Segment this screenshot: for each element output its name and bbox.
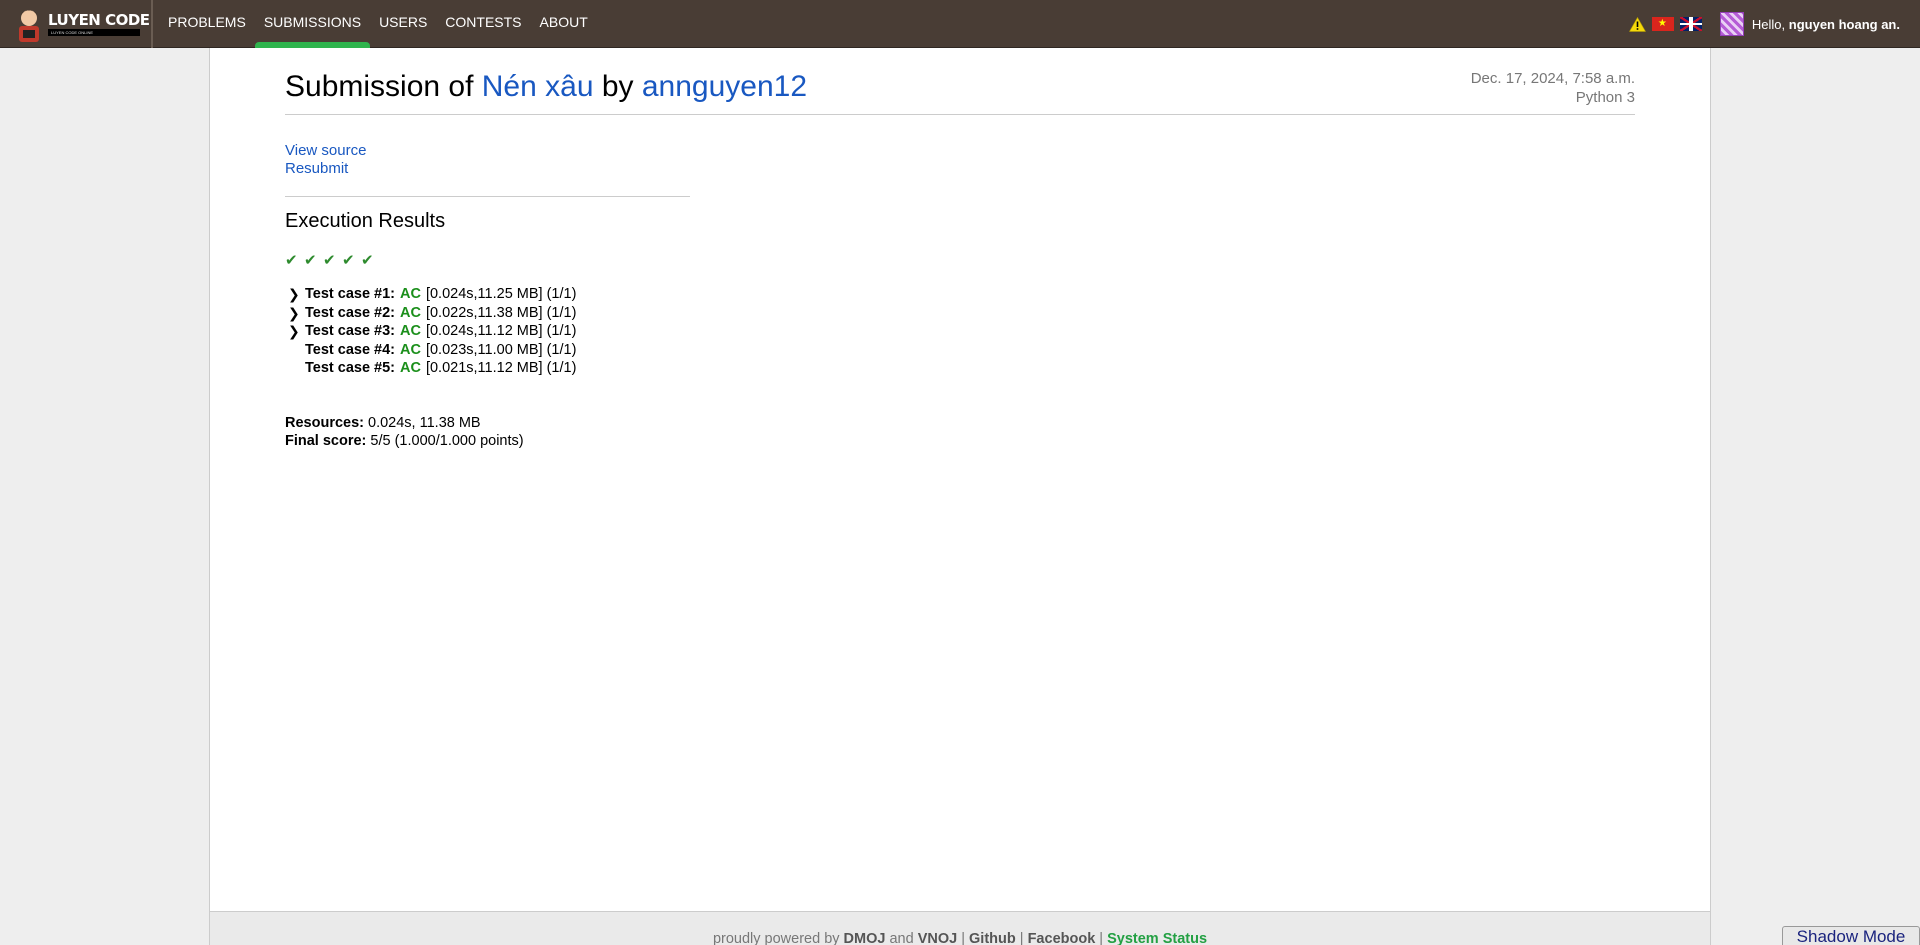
final-score-label: Final score: xyxy=(285,433,367,449)
chevron-right-icon[interactable]: ❯ xyxy=(285,304,305,323)
english-flag-icon[interactable] xyxy=(1679,17,1702,31)
submission-date: Dec. 17, 2024, 7:58 a.m. xyxy=(1470,70,1635,87)
resources-summary: Resources: 0.024s, 11.38 MB Final score:… xyxy=(285,414,1635,451)
test-case-row[interactable]: ❯ Test case #2: AC [0.022s,11.38 MB] (1/… xyxy=(285,304,1635,323)
final-score-line: Final score: 5/5 (1.000/1.000 points) xyxy=(285,432,1635,451)
test-case-label: Test case #4: xyxy=(305,341,396,358)
submission-actions: View source Resubmit xyxy=(285,142,1635,178)
check-icon: ✔ xyxy=(285,252,298,269)
test-case-status: AC xyxy=(400,360,421,376)
title-by: by xyxy=(593,70,642,103)
main-nav: PROBLEMS SUBMISSIONS USERS CONTESTS ABOU… xyxy=(159,0,597,48)
test-case-label: Test case #1: xyxy=(305,286,396,302)
test-status-icons: ✔ ✔ ✔ ✔ ✔ xyxy=(285,251,1635,269)
test-case-status: AC xyxy=(400,304,421,321)
warning-icon[interactable] xyxy=(1628,16,1646,32)
test-case-detail: [0.022s,11.38 MB] (1/1) xyxy=(425,304,577,321)
footer-prefix: proudly powered by xyxy=(712,931,844,945)
submission-header: Submission of Nén xâu by annguyen12 Dec.… xyxy=(285,48,1635,115)
footer-and: and xyxy=(885,931,918,945)
submission-content: Submission of Nén xâu by annguyen12 Dec.… xyxy=(285,48,1635,451)
test-case-row: Test case #5: AC [0.021s,11.12 MB] (1/1) xyxy=(285,359,1635,378)
test-case-label: Test case #5: xyxy=(305,360,396,376)
test-case-status: AC xyxy=(400,341,421,358)
greeting-prefix: Hello, xyxy=(1751,16,1789,32)
footer-sep: | xyxy=(1095,931,1108,945)
test-case-row: Test case #4: AC [0.023s,11.00 MB] (1/1) xyxy=(285,341,1635,360)
username[interactable]: nguyen hoang an. xyxy=(1789,17,1900,32)
mascot-icon xyxy=(19,9,39,42)
test-case-list: ❯ Test case #1: AC [0.024s,11.25 MB] (1/… xyxy=(285,285,1635,378)
resources-value: 0.024s, 11.38 MB xyxy=(368,414,481,431)
resubmit-link[interactable]: Resubmit xyxy=(285,160,1635,178)
resources-line: Resources: 0.024s, 11.38 MB xyxy=(285,414,1635,433)
github-link[interactable]: Github xyxy=(969,931,1016,945)
check-icon: ✔ xyxy=(342,252,355,269)
site-logo[interactable]: LUYEN CODE LUYEN CODE ONLINE xyxy=(0,0,153,48)
test-case-row[interactable]: ❯ Test case #3: AC [0.024s,11.12 MB] (1/… xyxy=(285,322,1635,341)
footer-sep: | xyxy=(957,931,970,945)
test-case-label: Test case #3: xyxy=(305,323,396,339)
facebook-link[interactable]: Facebook xyxy=(1028,931,1096,945)
navbar: LUYEN CODE LUYEN CODE ONLINE PROBLEMS SU… xyxy=(0,0,1920,48)
divider xyxy=(285,196,690,197)
submission-meta: Dec. 17, 2024, 7:58 a.m. Python 3 xyxy=(1471,69,1635,107)
logo-title: LUYEN CODE xyxy=(48,10,150,29)
avatar[interactable] xyxy=(1719,12,1744,36)
final-score-value: 5/5 (1.000/1.000 points) xyxy=(370,433,524,449)
footer-sep: | xyxy=(1015,931,1028,945)
test-case-status: AC xyxy=(400,286,421,302)
test-case-label: Test case #2: xyxy=(305,304,396,321)
nav-submissions[interactable]: SUBMISSIONS xyxy=(254,0,371,48)
logo-tagline: LUYEN CODE ONLINE xyxy=(48,28,140,36)
view-source-link[interactable]: View source xyxy=(285,142,1635,160)
test-case-detail: [0.024s,11.12 MB] (1/1) xyxy=(425,323,577,339)
test-case-detail: [0.021s,11.12 MB] (1/1) xyxy=(425,360,577,376)
vnoj-link[interactable]: VNOJ xyxy=(918,931,958,945)
user-greeting[interactable]: Hello, nguyen hoang an. xyxy=(1752,17,1900,32)
nav-about[interactable]: ABOUT xyxy=(531,0,597,48)
test-case-row[interactable]: ❯ Test case #1: AC [0.024s,11.25 MB] (1/… xyxy=(285,285,1635,304)
title-prefix: Submission of xyxy=(285,70,482,103)
resources-label: Resources: xyxy=(285,414,364,431)
page-title: Submission of Nén xâu by annguyen12 xyxy=(285,70,807,104)
check-icon: ✔ xyxy=(323,252,336,269)
nav-contests[interactable]: CONTESTS xyxy=(436,0,530,48)
nav-right: Hello, nguyen hoang an. xyxy=(1628,0,1900,48)
test-case-detail: [0.023s,11.00 MB] (1/1) xyxy=(425,341,577,358)
main-container: Submission of Nén xâu by annguyen12 Dec.… xyxy=(209,48,1711,912)
check-icon: ✔ xyxy=(361,252,374,269)
vietnamese-flag-icon[interactable] xyxy=(1651,17,1674,31)
chevron-right-icon[interactable]: ❯ xyxy=(285,285,305,304)
execution-results-heading: Execution Results xyxy=(285,210,446,232)
footer: proudly powered by DMOJ and VNOJ | Githu… xyxy=(209,911,1711,945)
test-case-status: AC xyxy=(400,323,421,339)
test-case-detail: [0.024s,11.25 MB] (1/1) xyxy=(425,286,577,302)
chevron-right-icon[interactable]: ❯ xyxy=(285,322,305,341)
problem-link[interactable]: Nén xâu xyxy=(482,70,594,103)
nav-users[interactable]: USERS xyxy=(370,0,436,48)
dmoj-link[interactable]: DMOJ xyxy=(844,931,886,945)
author-link[interactable]: annguyen12 xyxy=(642,70,807,103)
check-icon: ✔ xyxy=(304,252,317,269)
shadow-mode-button[interactable]: Shadow Mode xyxy=(1782,926,1920,945)
submission-language: Python 3 xyxy=(1575,89,1635,106)
nav-problems[interactable]: PROBLEMS xyxy=(159,0,255,48)
system-status-link[interactable]: System Status xyxy=(1107,931,1207,945)
